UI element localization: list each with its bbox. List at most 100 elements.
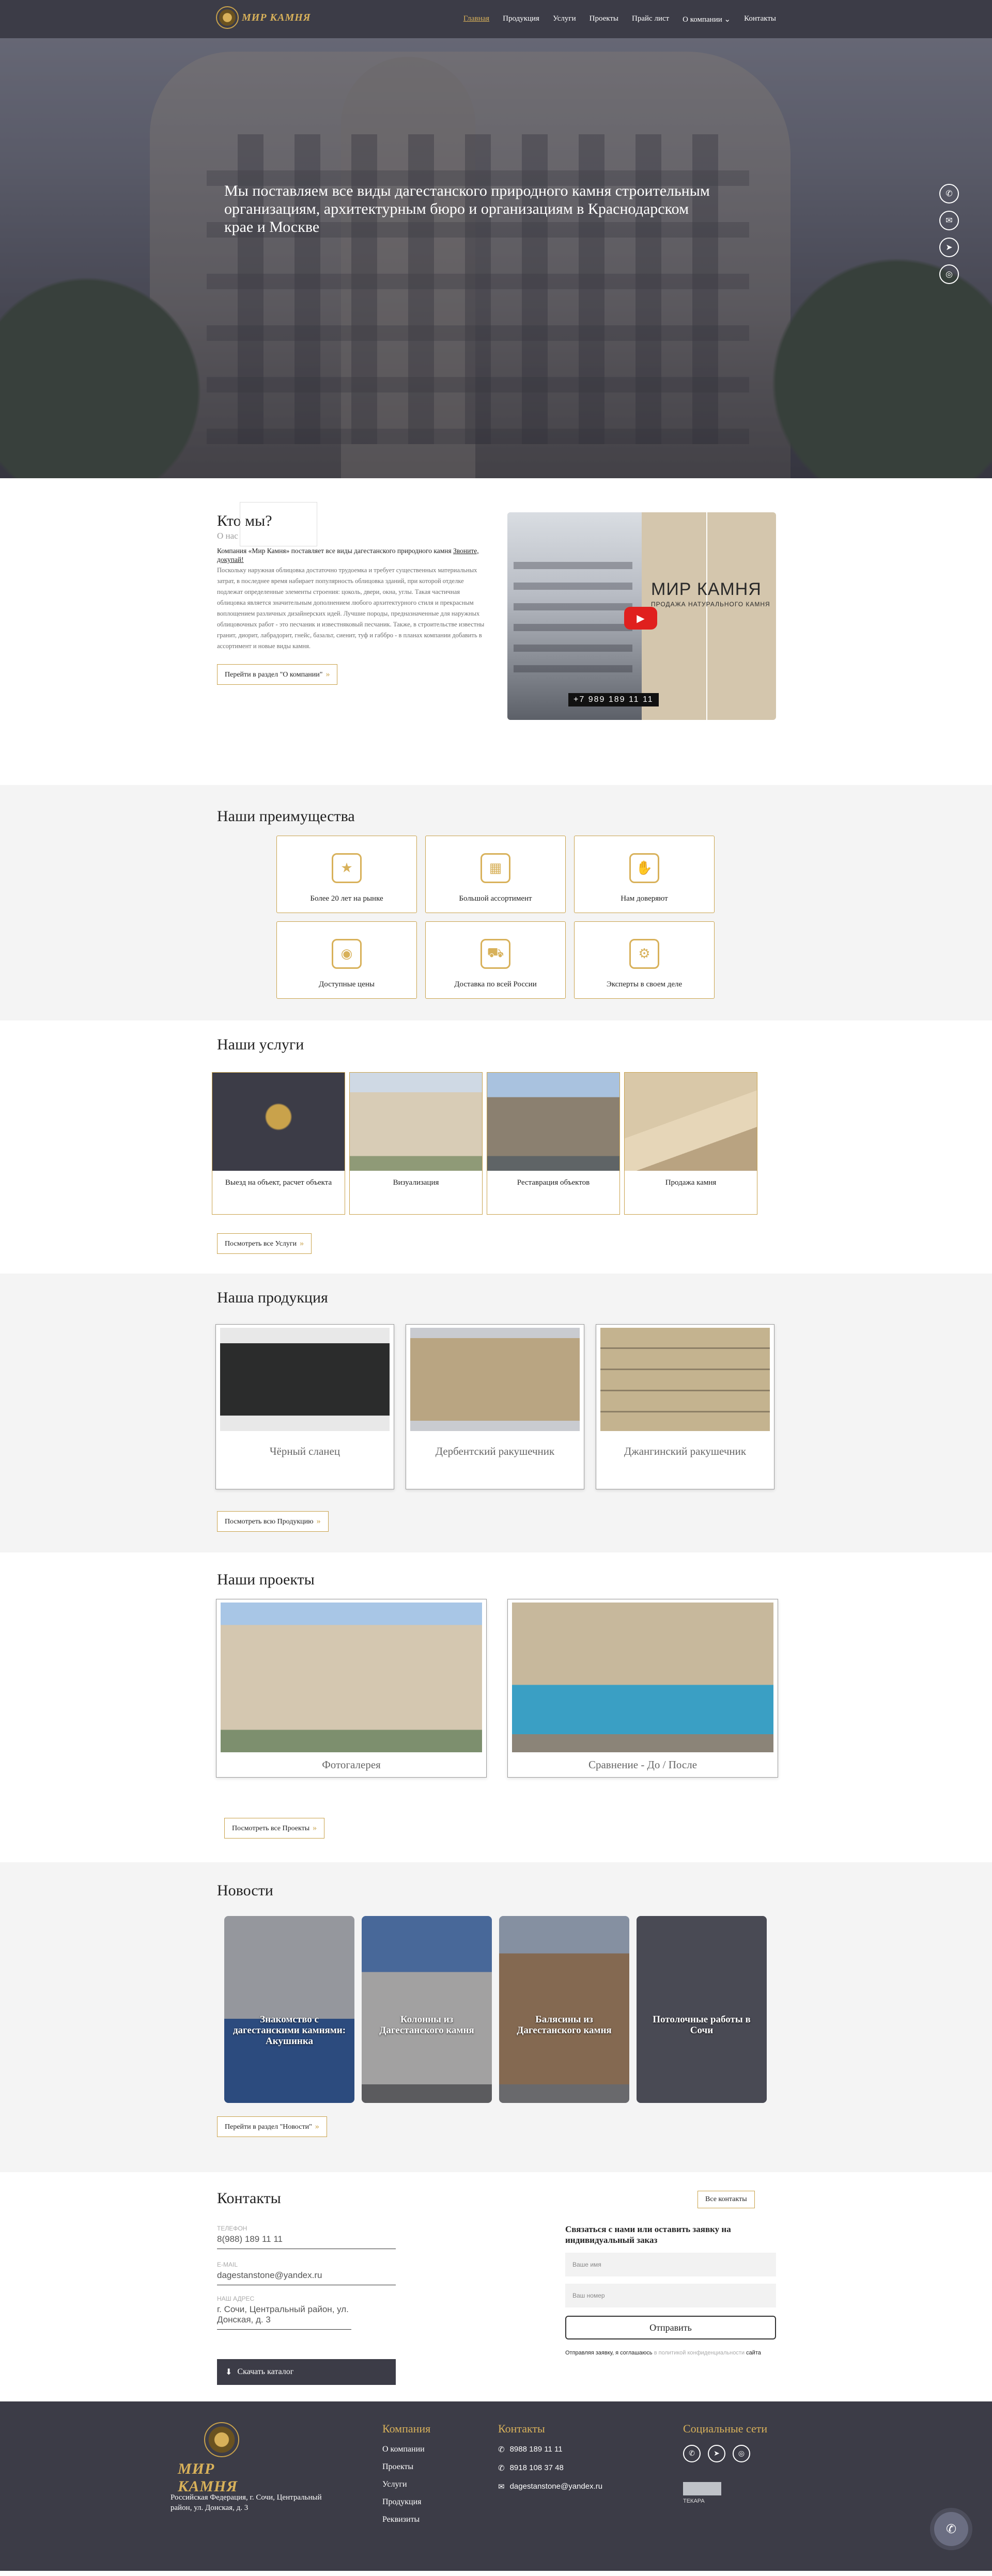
projects-all-label: Посмотреть все Проекты — [232, 1825, 310, 1832]
nav-price-list[interactable]: Прайс лист — [632, 14, 669, 24]
footer-link-projects[interactable]: Проекты — [382, 2462, 430, 2472]
nav-contacts[interactable]: Контакты — [744, 14, 776, 24]
projects-all-button[interactable]: Посмотреть все Проекты» — [224, 1818, 325, 1839]
nav-services[interactable]: Услуги — [553, 14, 576, 24]
advantage-label: Большой ассортимент — [459, 894, 532, 903]
footer-link-about[interactable]: О компании — [382, 2445, 430, 2454]
privacy-policy-link[interactable]: в политикой конфиденциальности — [654, 2350, 745, 2356]
download-catalog-button[interactable]: ⬇ Скачать каталог — [217, 2359, 396, 2385]
logo-emblem-icon — [216, 6, 239, 29]
products-title: Наша продукция — [217, 1289, 328, 1306]
news-more: Перейти в раздел "Новости"» — [217, 2116, 327, 2137]
nav-products[interactable]: Продукция — [503, 14, 539, 24]
contact-phone-label: ТЕЛЕФОН — [217, 2225, 247, 2232]
send-button[interactable]: Отправить — [565, 2316, 776, 2339]
footer-link-services[interactable]: Услуги — [382, 2480, 430, 2489]
product-card[interactable]: Дербентский ракушечник — [406, 1324, 584, 1489]
play-icon[interactable]: ▶ — [624, 607, 657, 630]
news-all-button[interactable]: Перейти в раздел "Новости"» — [217, 2116, 327, 2137]
footer-phone-2[interactable]: ✆ 8918 108 37 48 — [498, 2463, 602, 2473]
product-image-derbent-shell — [410, 1328, 580, 1431]
project-label: Фотогалерея — [322, 1758, 381, 1771]
floating-call-button[interactable]: ✆ — [934, 2512, 968, 2546]
phone-icon: ✆ — [946, 2522, 957, 2536]
about-video[interactable]: МИР КАМНЯ ПРОДАЖА НАТУРАЛЬНОГО КАМНЯ ▶ +… — [507, 512, 776, 720]
logo[interactable]: МИР КАМНЯ — [216, 6, 311, 29]
developer-badge[interactable]: ТЕКАРА — [683, 2482, 721, 2504]
project-label: Сравнение - До / После — [588, 1758, 698, 1771]
request-form: Связаться с нами или оставить заявку на … — [565, 2224, 776, 2357]
product-card[interactable]: Джангинский ракушечник — [596, 1324, 774, 1489]
phone-icon[interactable]: ✆ — [939, 184, 959, 203]
telegram-icon[interactable]: ➤ — [939, 238, 959, 257]
news-card[interactable]: Знакомство с дагестанскими камнями: Акуш… — [224, 1916, 354, 2103]
news-card[interactable]: Балясины из Дагестанского камня — [499, 1916, 629, 2103]
project-card[interactable]: Сравнение - До / После — [507, 1599, 778, 1778]
all-contacts-button[interactable]: Все контакты — [698, 2191, 755, 2208]
chevron-down-icon: ⌄ — [724, 15, 731, 24]
service-card[interactable]: Выезд на объект, расчет объекта — [212, 1072, 345, 1215]
whatsapp-icon[interactable]: ✉ — [939, 211, 959, 230]
nav-home[interactable]: Главная — [463, 14, 489, 24]
double-chevron-right-icon: » — [315, 2122, 319, 2131]
phone-input[interactable]: Ваш номер — [565, 2284, 776, 2307]
projects-title: Наши проекты — [217, 1571, 315, 1588]
phone-icon: ✆ — [498, 2464, 505, 2473]
products-section: Наша продукция Чёрный сланец Дербентский… — [0, 1274, 992, 1552]
footer-phone-1[interactable]: ✆ 8988 189 11 11 — [498, 2445, 602, 2454]
footer-link-requisites[interactable]: Реквизиты — [382, 2515, 430, 2524]
contact-phone: ТЕЛЕФОН 8(988) 189 11 11 — [217, 2225, 396, 2249]
services-all-button[interactable]: Посмотреть все Услуги» — [217, 1233, 312, 1254]
contact-email-label: E-MAIL — [217, 2261, 238, 2268]
products-all-button[interactable]: Посмотреть всю Продукцию» — [217, 1511, 329, 1532]
projects-section: Наши проекты Фотогалерея Сравнение - До … — [0, 1552, 992, 1862]
footer-link-products[interactable]: Продукция — [382, 2498, 430, 2507]
contact-phone-value[interactable]: 8(988) 189 11 11 — [217, 2232, 396, 2249]
nav-projects[interactable]: Проекты — [590, 14, 618, 24]
side-social-links: ✆ ✉ ➤ ◎ — [939, 184, 959, 284]
footer-contacts-column: Контакты ✆ 8988 189 11 11 ✆ 8918 108 37 48… — [498, 2422, 602, 2501]
award-icon: ★ — [332, 853, 362, 883]
about-company-button[interactable]: Перейти в раздел "О компании"» — [217, 664, 338, 685]
service-card[interactable]: Реставрация объектов — [487, 1072, 620, 1215]
instagram-icon[interactable]: ◎ — [939, 264, 959, 284]
footer-logo[interactable]: МИР КАМНЯ — [178, 2422, 266, 2495]
product-card[interactable]: Чёрный сланец — [215, 1324, 394, 1489]
hero-title: Мы поставляем все виды дагестанского при… — [224, 182, 710, 235]
advantages-section: Наши преимущества ★ Более 20 лет на рынке… — [0, 785, 992, 1020]
news-label: Знакомство с дагестанскими камнями: Акуш… — [233, 2014, 346, 2047]
news-card[interactable]: Колонны из Дагестанского камня — [362, 1916, 492, 2103]
telegram-icon[interactable]: ➤ — [708, 2445, 725, 2462]
whatsapp-icon[interactable]: ✆ — [683, 2445, 701, 2462]
advantage-card: ⛟ Доставка по всей России — [425, 921, 566, 999]
handshake-icon: ✋ — [629, 853, 659, 883]
news-overlay — [499, 1916, 629, 2103]
privacy-note: Отправляя заявку, я соглашаюсь в политик… — [565, 2349, 776, 2357]
video-brand-subtitle: ПРОДАЖА НАТУРАЛЬНОГО КАМНЯ — [651, 601, 770, 608]
hero-overlay — [0, 0, 992, 478]
contact-email-value[interactable]: dagestanstone@yandex.ru — [217, 2268, 396, 2285]
nav-about[interactable]: О компании ⌄ — [683, 14, 731, 24]
advantages-title: Наши преимущества — [217, 808, 355, 825]
product-image-dzhangi-shell — [600, 1328, 770, 1431]
coins-icon: ◉ — [332, 939, 362, 969]
news-grid: Знакомство с дагестанскими камнями: Акуш… — [224, 1916, 767, 2103]
products-all-label: Посмотреть всю Продукцию — [225, 1518, 314, 1526]
service-image-stone-sale — [625, 1073, 757, 1171]
product-label: Чёрный сланец — [269, 1445, 340, 1457]
product-image-black-slate — [220, 1328, 390, 1431]
developer-logo — [683, 2482, 721, 2495]
footer-phone-1-value: 8988 189 11 11 — [509, 2445, 563, 2454]
project-card[interactable]: Фотогалерея — [216, 1599, 487, 1778]
service-card[interactable]: Визуализация — [349, 1072, 483, 1215]
download-catalog-label: Скачать каталог — [237, 2367, 294, 2376]
contact-address-label: НАШ АДРЕС — [217, 2295, 255, 2302]
news-card[interactable]: Потолочные работы в Сочи — [637, 1916, 767, 2103]
footer-email[interactable]: ✉ dagestanstone@yandex.ru — [498, 2482, 602, 2491]
news-all-label: Перейти в раздел "Новости" — [225, 2123, 312, 2131]
service-card[interactable]: Продажа камня — [624, 1072, 757, 1215]
advantage-label: Доступные цены — [319, 980, 375, 988]
name-input[interactable]: Ваше имя — [565, 2253, 776, 2276]
footer-email-value: dagestanstone@yandex.ru — [509, 2482, 603, 2491]
instagram-icon[interactable]: ◎ — [733, 2445, 750, 2462]
